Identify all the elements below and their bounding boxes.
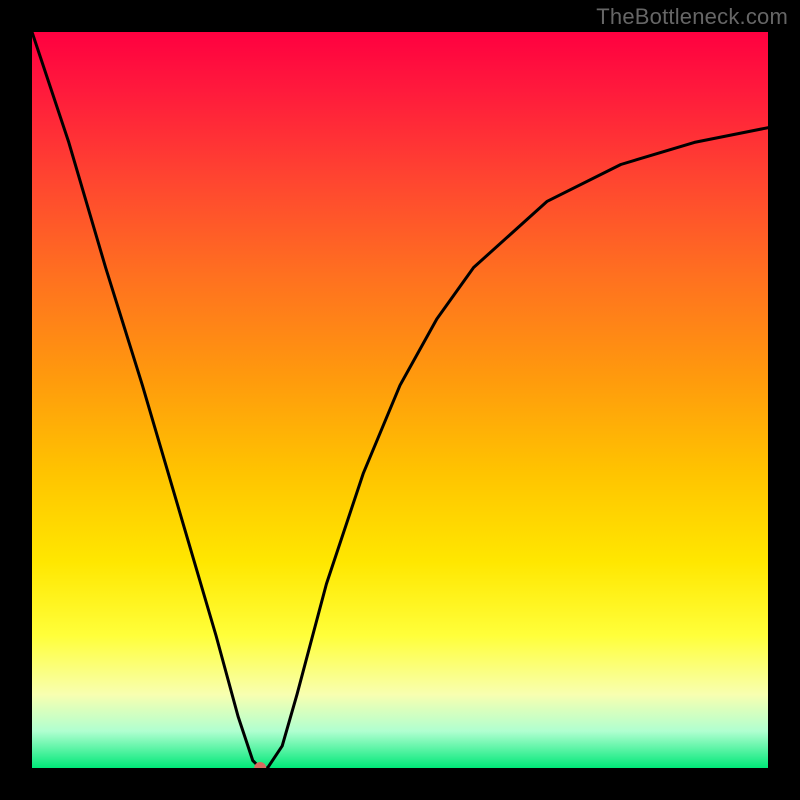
bottleneck-curve (32, 32, 768, 768)
plot-area (32, 32, 768, 768)
chart-frame: TheBottleneck.com (0, 0, 800, 800)
watermark-text: TheBottleneck.com (596, 4, 788, 30)
curve-layer (32, 32, 768, 768)
